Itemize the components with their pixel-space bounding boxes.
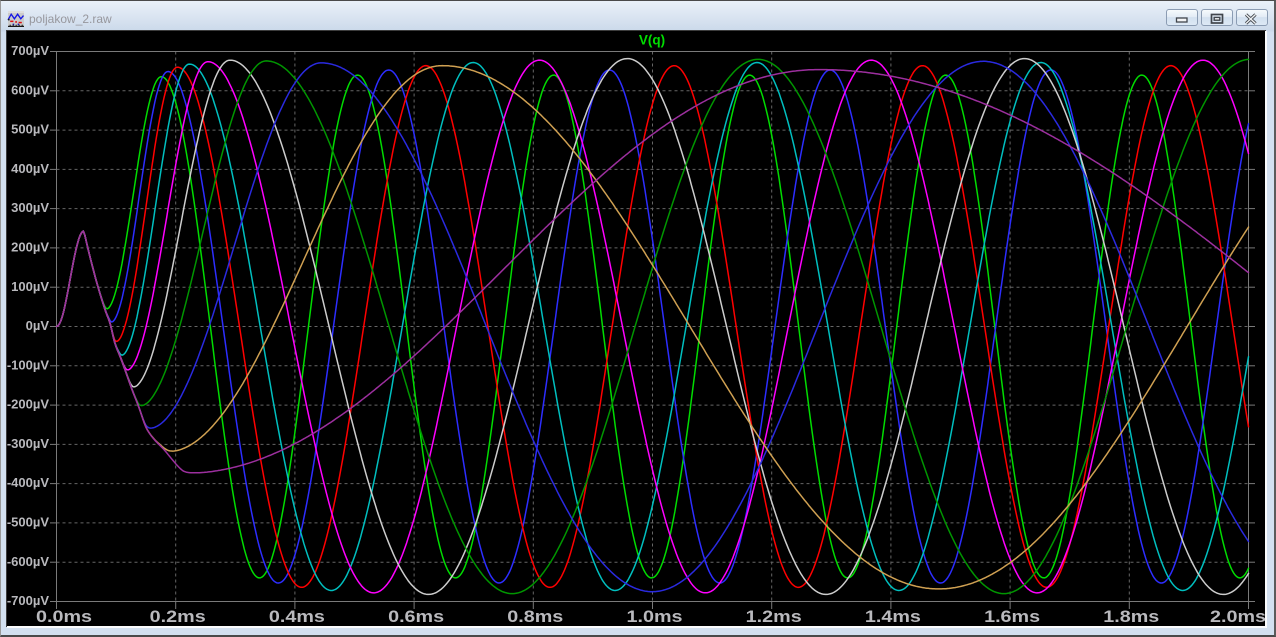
svg-text:0µV: 0µV: [26, 318, 50, 333]
svg-text:-600µV: -600µV: [7, 554, 50, 569]
svg-text:500µV: 500µV: [11, 122, 49, 137]
svg-text:2.0ms: 2.0ms: [1210, 608, 1266, 626]
svg-text:0.2ms: 0.2ms: [150, 608, 206, 626]
svg-text:-500µV: -500µV: [7, 515, 50, 530]
svg-text:-300µV: -300µV: [7, 436, 50, 451]
svg-text:0.6ms: 0.6ms: [388, 608, 444, 626]
svg-text:1.2ms: 1.2ms: [746, 608, 802, 626]
svg-text:1.0ms: 1.0ms: [627, 608, 683, 626]
svg-text:-200µV: -200µV: [7, 397, 50, 412]
svg-text:1.4ms: 1.4ms: [865, 608, 921, 626]
svg-text:V(q): V(q): [639, 33, 665, 48]
svg-text:1.8ms: 1.8ms: [1103, 608, 1159, 626]
svg-text:600µV: 600µV: [11, 82, 49, 97]
svg-text:-400µV: -400µV: [7, 475, 50, 490]
svg-text:400µV: 400µV: [11, 161, 49, 176]
svg-text:300µV: 300µV: [11, 200, 49, 215]
svg-text:0.8ms: 0.8ms: [507, 608, 563, 626]
svg-text:0.4ms: 0.4ms: [269, 608, 325, 626]
svg-text:700µV: 700µV: [11, 43, 49, 58]
svg-text:200µV: 200µV: [11, 240, 49, 255]
svg-text:-700µV: -700µV: [7, 593, 50, 608]
svg-text:0.0ms: 0.0ms: [36, 608, 92, 626]
svg-text:-100µV: -100µV: [7, 357, 50, 372]
svg-text:100µV: 100µV: [11, 279, 49, 294]
svg-text:1.6ms: 1.6ms: [984, 608, 1040, 626]
